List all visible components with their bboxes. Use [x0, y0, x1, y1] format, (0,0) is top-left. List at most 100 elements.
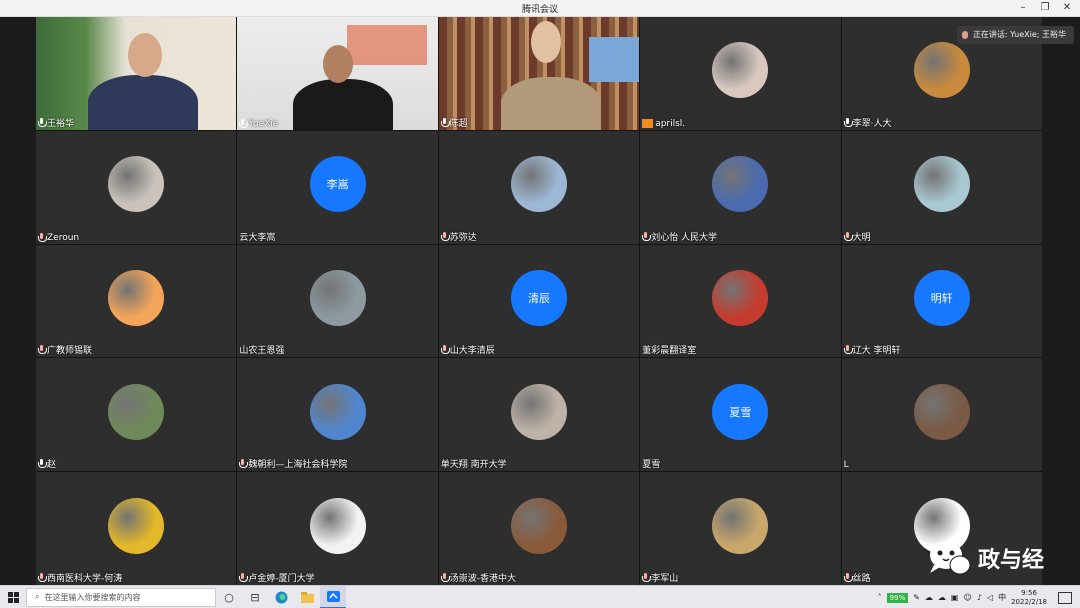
participant-avatar [108, 383, 165, 440]
participant-tile[interactable]: 苏弥达 [438, 130, 640, 244]
watermark-text: 政与经 [977, 548, 1044, 573]
mic-muted-icon [843, 573, 853, 582]
participant-tile[interactable]: 李嵩 云大李嵩 [237, 130, 438, 244]
participant-tile[interactable]: L [841, 358, 1042, 472]
participant-tile[interactable]: aprilsl. [640, 17, 841, 130]
meeting-stage: 王裕华 YueXie 陈超 aprilsl. 李翠·人大 Zeroun 李嵩 云大李嵩 苏弥达 刘… [0, 17, 1080, 585]
participant-avatar [913, 383, 970, 440]
participant-name: 李翠·人大 [852, 118, 892, 129]
mic-icon [38, 117, 47, 127]
mic-icon [38, 459, 47, 469]
participant-name: 卢金婷-厦门大学 [248, 574, 315, 584]
participant-name: 广教师锡联 [47, 346, 93, 357]
participant-nameplate: 山农王恩强 [239, 343, 284, 356]
participant-name: 丝路 [852, 574, 871, 584]
participant-name: 西南医科大学-何涛 [47, 574, 123, 584]
mic-muted-icon [38, 233, 47, 243]
participant-name: 李军山 [651, 574, 679, 584]
participant-nameplate: 李翠·人大 [843, 116, 892, 129]
window-title: 腾讯会议 [521, 5, 558, 15]
participant-name: 辽大 李明轩 [852, 346, 901, 357]
volume-icon[interactable]: ♪ [977, 593, 982, 602]
participant-nameplate: 苏弥达 [440, 230, 477, 243]
participant-nameplate: Zeroun [38, 233, 79, 243]
restore-icon[interactable]: ❐ [1038, 1, 1052, 15]
mic-muted-icon [239, 459, 249, 469]
taskbar-search-box[interactable]: ⌕ 在这里输入你要搜索的内容 [26, 587, 216, 607]
people-icon[interactable]: ☺ [963, 593, 971, 602]
ime-indicator[interactable]: 中 [998, 592, 1006, 603]
participant-name: 云大李嵩 [239, 232, 276, 243]
participant-name: Zeroun [47, 232, 80, 243]
participant-nameplate: 广教师锡联 [38, 343, 92, 356]
participant-tile[interactable]: 董彩晨翻译室 [640, 244, 841, 358]
participant-tile[interactable]: 山农王恩强 [237, 244, 438, 358]
participant-nameplate: 刘心怡 人民大学 [642, 230, 717, 243]
cortana-icon[interactable]: ○ [216, 586, 242, 608]
mic-muted-icon [843, 231, 853, 241]
mic-muted-icon [642, 573, 652, 582]
participant-tile[interactable]: 夏雪 夏雪 [640, 358, 841, 472]
battery-indicator[interactable]: 99% [886, 592, 909, 603]
participant-tile[interactable]: 清辰 山大李清辰 [438, 244, 640, 358]
participant-video [36, 17, 237, 130]
participant-nameplate: 陈超 [440, 116, 468, 129]
participant-name: 王裕华 [47, 118, 75, 129]
mic-icon [239, 119, 249, 129]
task-view-icon[interactable]: ⊟ [242, 586, 268, 608]
participant-tile[interactable]: 赵 [36, 358, 237, 472]
participant-tile[interactable]: 王裕华 [36, 17, 237, 130]
participant-avatar: 明轩 [913, 269, 970, 326]
mic-muted-icon [38, 345, 47, 355]
file-explorer-icon[interactable] [294, 586, 320, 608]
participant-nameplate: 王裕华 [38, 116, 74, 129]
participant-name: 山农王恩强 [239, 346, 285, 357]
speaking-indicator: 正在讲话: YueXie; 王裕华 [956, 26, 1074, 44]
participant-avatar [309, 383, 366, 440]
participant-tile[interactable]: 卢金婷-厦门大学 [237, 472, 438, 585]
close-icon[interactable]: ✕ [1060, 1, 1074, 15]
participant-grid: 王裕华 YueXie 陈超 aprilsl. 李翠·人大 Zeroun 李嵩 云大李嵩 苏弥达 刘… [36, 17, 1042, 585]
participant-tile[interactable]: 西南医科大学-何涛 [36, 472, 237, 585]
participant-video [237, 17, 438, 130]
participant-tile[interactable]: 魏朝利—上海社会科学院 [237, 358, 438, 472]
chevron-up-icon[interactable]: ˄ [878, 593, 882, 602]
participant-tile[interactable]: YueXie [237, 17, 438, 130]
minimize-icon[interactable]: – [1016, 1, 1030, 15]
participant-tile[interactable]: 单天翔 南开大学 [438, 358, 640, 472]
participant-name: 赵 [47, 460, 57, 471]
participant-nameplate: 卢金婷-厦门大学 [239, 571, 315, 584]
network-icon[interactable]: ▣ [951, 593, 959, 602]
participant-nameplate: 汤崇波-香港中大 [440, 571, 517, 584]
system-tray: ˄ 99% ✎ ☁ ☁ ▣ ☺ ♪ ◁ 中 9:56 2022/2/18 [878, 586, 1080, 608]
participant-nameplate: 李军山 [642, 571, 678, 584]
participant-tile[interactable]: 汤崇波-香港中大 [438, 472, 640, 585]
participant-name: 山大李清辰 [449, 346, 495, 357]
participant-avatar [913, 42, 970, 99]
cloud-icon[interactable]: ☁ [925, 593, 933, 602]
participant-avatar [712, 42, 769, 99]
participant-tile[interactable]: 大明 [841, 130, 1042, 244]
participant-tile[interactable]: 李军山 [640, 472, 841, 585]
participant-avatar [108, 269, 165, 326]
mic-muted-icon [843, 345, 853, 355]
participant-nameplate: 云大李嵩 [239, 230, 275, 243]
clock[interactable]: 9:56 2022/2/18 [1011, 589, 1047, 607]
pen-icon[interactable]: ✎ [913, 593, 920, 602]
participant-tile[interactable]: 刘心怡 人民大学 [640, 130, 841, 244]
participant-avatar [712, 269, 769, 326]
speaker-icon[interactable]: ◁ [987, 593, 993, 602]
cloud-icon[interactable]: ☁ [938, 593, 946, 602]
start-button[interactable] [0, 586, 26, 608]
edge-browser-icon[interactable] [268, 586, 294, 608]
tencent-meeting-taskbar-icon[interactable] [320, 585, 346, 608]
participant-tile[interactable]: Zeroun [36, 130, 237, 244]
participant-tile[interactable]: 陈超 [438, 17, 640, 130]
participant-name: 汤崇波-香港中大 [449, 574, 517, 584]
participant-tile[interactable]: 明轩辽大 李明轩 [841, 244, 1042, 358]
search-placeholder: 在这里输入你要搜索的内容 [44, 592, 141, 602]
mic-muted-icon [440, 345, 450, 355]
participant-tile[interactable]: 广教师锡联 [36, 244, 237, 358]
notification-icon[interactable] [1058, 591, 1072, 604]
participant-name: 单天翔 南开大学 [440, 460, 507, 471]
